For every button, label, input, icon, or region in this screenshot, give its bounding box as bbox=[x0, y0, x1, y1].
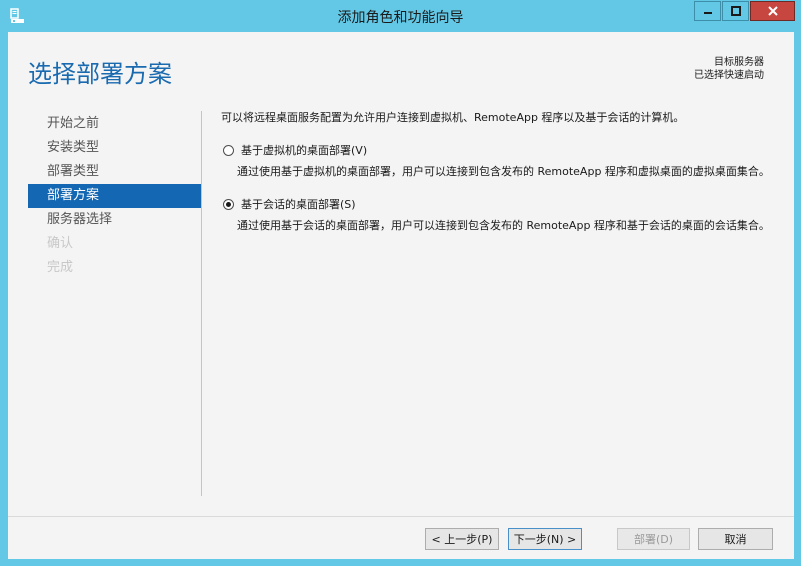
close-button[interactable] bbox=[750, 1, 795, 21]
intro-text: 可以将远程桌面服务配置为允许用户连接到虚拟机、RemoteApp 程序以及基于会… bbox=[221, 111, 685, 124]
footer-divider bbox=[8, 516, 794, 517]
wizard-header: 选择部署方案 目标服务器 已选择快速启动 bbox=[8, 32, 794, 108]
nav-item-deployment-scenario[interactable]: 部署方案 bbox=[28, 184, 201, 208]
previous-button[interactable]: < 上一步(P) bbox=[425, 528, 499, 550]
close-icon bbox=[767, 6, 778, 16]
nav-item-before-you-begin[interactable]: 开始之前 bbox=[28, 112, 201, 136]
vm-deployment-radio[interactable] bbox=[223, 144, 234, 156]
page-title: 选择部署方案 bbox=[28, 60, 172, 88]
deploy-button: 部署(D) bbox=[617, 528, 690, 550]
next-button[interactable]: 下一步(N) > bbox=[508, 528, 582, 550]
nav-item-confirmation: 确认 bbox=[47, 236, 74, 251]
session-deployment-label[interactable]: 基于会话的桌面部署(S) bbox=[241, 196, 356, 212]
nav-item-server-selection[interactable]: 服务器选择 bbox=[28, 208, 201, 232]
nav-item-results: 完成 bbox=[47, 260, 74, 275]
target-server-label: 目标服务器 bbox=[714, 57, 764, 68]
nav-item-deployment-type[interactable]: 部署类型 bbox=[28, 160, 201, 184]
minimize-button[interactable] bbox=[694, 1, 721, 21]
maximize-button[interactable] bbox=[722, 1, 749, 21]
session-deployment-radio-row[interactable]: 基于会话的桌面部署(S) bbox=[221, 196, 781, 212]
wizard-window: 添加角色和功能向导 选择部署方案 目标服务器 已选择快速启动 开始之前 安装类型… bbox=[0, 0, 801, 566]
cancel-button[interactable]: 取消 bbox=[698, 528, 773, 550]
option-session-deployment: 基于会话的桌面部署(S) 通过使用基于会话的桌面部署，用户可以连接到包含发布的 … bbox=[221, 196, 781, 234]
maximize-icon bbox=[730, 6, 741, 16]
title-bar[interactable]: 添加角色和功能向导 bbox=[0, 0, 801, 32]
vm-deployment-label[interactable]: 基于虚拟机的桌面部署(V) bbox=[241, 142, 367, 158]
radio-selected-dot bbox=[226, 201, 231, 207]
target-server-info: 目标服务器 已选择快速启动 bbox=[694, 56, 764, 82]
wizard-body: 选择部署方案 目标服务器 已选择快速启动 开始之前 安装类型 部署类型 部署方案… bbox=[8, 32, 794, 559]
target-server-value: 已选择快速启动 bbox=[694, 70, 764, 81]
vm-deployment-description: 通过使用基于虚拟机的桌面部署，用户可以连接到包含发布的 RemoteApp 程序… bbox=[237, 165, 770, 178]
nav-item-installation-type[interactable]: 安装类型 bbox=[28, 136, 201, 160]
nav-divider bbox=[201, 111, 202, 496]
session-deployment-description: 通过使用基于会话的桌面部署，用户可以连接到包含发布的 RemoteApp 程序和… bbox=[237, 219, 770, 232]
main-panel: 可以将远程桌面服务配置为允许用户连接到虚拟机、RemoteApp 程序以及基于会… bbox=[221, 110, 781, 234]
session-deployment-radio[interactable] bbox=[223, 198, 234, 210]
window-title: 添加角色和功能向导 bbox=[337, 10, 464, 26]
wizard-nav: 开始之前 安装类型 部署类型 部署方案 服务器选择 确认 完成 bbox=[28, 112, 201, 280]
vm-deployment-radio-row[interactable]: 基于虚拟机的桌面部署(V) bbox=[221, 142, 781, 158]
option-vm-deployment: 基于虚拟机的桌面部署(V) 通过使用基于虚拟机的桌面部署，用户可以连接到包含发布… bbox=[221, 142, 781, 180]
minimize-icon bbox=[703, 12, 712, 14]
